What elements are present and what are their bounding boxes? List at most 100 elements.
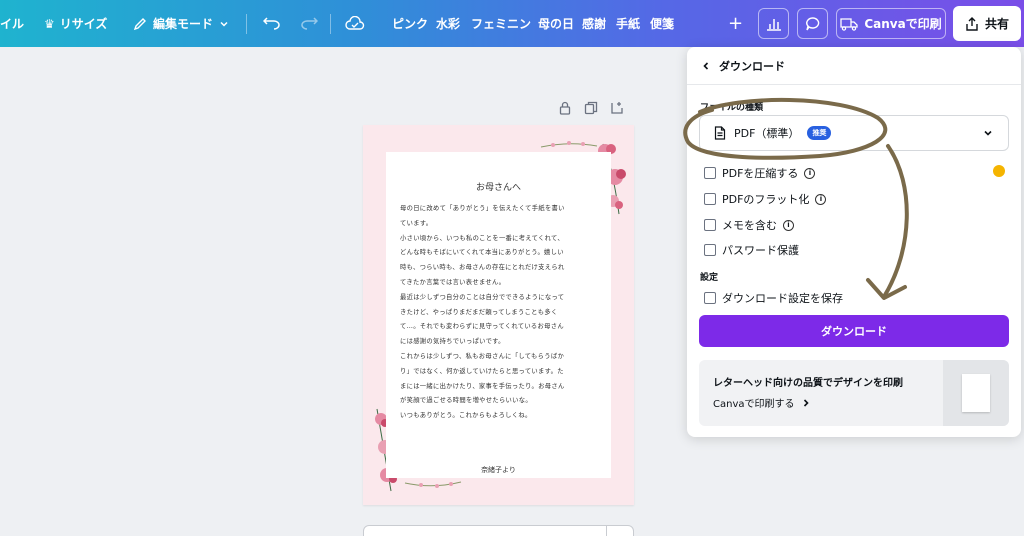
share-button[interactable]: 共有 — [953, 6, 1021, 41]
premium-crown-icon — [993, 165, 1005, 177]
keyword-tag[interactable]: 感謝 — [582, 0, 606, 47]
keyword-tag[interactable]: 母の日 — [538, 0, 574, 47]
lock-icon[interactable] — [558, 101, 572, 115]
letter-line: 母の日に改めて「ありがとう」を伝えたくて手紙を書い — [400, 205, 565, 212]
save-settings-checkbox[interactable] — [704, 292, 716, 304]
speech-bubble-icon — [805, 16, 819, 30]
document-icon — [714, 126, 726, 140]
include-notes-option[interactable]: メモを含む i — [704, 217, 794, 233]
letter-line: これからは少しずつ、私もお母さんに「してもらうばか — [400, 352, 565, 360]
print-promo-card[interactable]: レターヘッド向けの品質でデザインを印刷 Canvaで印刷する — [699, 360, 1009, 426]
add-button[interactable]: + — [728, 0, 743, 47]
print-with-canva-link[interactable]: Canvaで印刷する — [713, 395, 811, 410]
save-status-button[interactable] — [345, 0, 365, 47]
add-page-icon[interactable] — [610, 101, 624, 115]
edit-mode-button[interactable]: 編集モード — [133, 0, 229, 47]
panel-title: ダウンロード — [719, 59, 785, 73]
letter-body: 母の日に改めて「ありがとう」を伝えたくて手紙を書い ています。 小さい頃から、い… — [400, 202, 601, 424]
chevron-left-icon[interactable] — [701, 61, 711, 71]
crown-icon: ♛ — [44, 16, 55, 31]
print-label: Canvaで印刷 — [864, 17, 942, 31]
share-upload-icon — [966, 16, 978, 31]
letter-line: 最近は少しずつ自分のことは自分でできるようになって — [400, 293, 565, 301]
redo-button[interactable] — [300, 0, 318, 47]
recommended-badge: 推奨 — [807, 126, 832, 140]
option-label: PDFを圧縮する — [722, 167, 799, 180]
file-type-value: PDF（標準） — [734, 127, 800, 140]
letter-signature: 奈緒子より — [481, 466, 516, 474]
letterhead-preview — [962, 374, 990, 412]
chevron-down-icon — [984, 130, 992, 136]
bar-chart-icon — [766, 18, 781, 31]
option-label: PDFのフラット化 — [722, 193, 810, 206]
compress-pdf-option[interactable]: PDFを圧縮する i — [704, 165, 816, 181]
letter-line: 小さい頃から、いつも私のことを一番に考えてくれて、 — [400, 234, 564, 242]
file-type-label: ファイルの種類 — [700, 103, 764, 113]
compress-pdf-checkbox[interactable] — [704, 167, 716, 179]
insights-button[interactable] — [758, 8, 789, 39]
info-icon[interactable]: i — [783, 219, 794, 231]
flatten-pdf-checkbox[interactable] — [704, 193, 716, 205]
letter-line: きたけど、やっぱりまだまだ頼ってしまうことも多く — [400, 308, 558, 316]
share-label: 共有 — [984, 17, 1009, 31]
top-toolbar: イル ♛ リサイズ 編集モード ピンク 水彩 フェミニン 母の日 感謝 手紙 便… — [0, 0, 1024, 47]
flatten-pdf-option[interactable]: PDFのフラット化 i — [704, 191, 827, 207]
file-menu[interactable]: イル — [0, 0, 24, 47]
file-type-select[interactable]: PDF（標準） 推奨 — [699, 115, 1009, 151]
download-panel: ダウンロード ファイルの種類 PDF（標準） 推奨 PDFを圧縮する i PDF… — [687, 47, 1021, 437]
keyword-tag[interactable]: 水彩 — [436, 0, 460, 47]
letter-line: て…。それでも変わらずに見守ってくれているお母さん — [400, 323, 564, 331]
notes-bar[interactable] — [363, 525, 634, 536]
letter-paper[interactable]: お母さんへ 母の日に改めて「ありがとう」を伝えたくて手紙を書い ています。 小さ… — [386, 152, 611, 478]
letter-line: ています。 — [400, 219, 433, 227]
duplicate-page-icon[interactable] — [584, 101, 598, 115]
design-page[interactable]: お母さんへ 母の日に改めて「ありがとう」を伝えたくて手紙を書い ています。 小さ… — [363, 125, 634, 505]
info-icon[interactable]: i — [815, 193, 827, 205]
promo-link-label: Canvaで印刷する — [713, 399, 795, 410]
promo-title: レターヘッド向けの品質でデザインを印刷 — [713, 378, 903, 389]
letterhead-thumbnail — [943, 360, 1009, 426]
keyword-tag[interactable]: 便箋 — [650, 0, 674, 47]
toolbar-divider — [330, 14, 331, 34]
redo-icon — [301, 16, 318, 30]
resize-button[interactable]: ♛ リサイズ — [44, 0, 107, 47]
keyword-tag[interactable]: 手紙 — [616, 0, 640, 47]
edit-mode-label: 編集モード — [153, 17, 214, 31]
flower-decoration — [540, 141, 598, 148]
page-tools — [558, 101, 624, 115]
keyword-tag[interactable]: フェミニン — [471, 0, 531, 47]
letter-line: まには一緒に出かけたり、家事を手伝ったり。お母さん — [400, 382, 565, 390]
flower-decoration — [404, 481, 462, 488]
option-label: ダウンロード設定を保存 — [722, 292, 843, 305]
letter-line: どんな時もそばにいてくれて本当にありがとう。嬉しい — [400, 249, 564, 257]
toolbar-divider — [246, 14, 247, 34]
info-icon[interactable]: i — [804, 167, 816, 179]
settings-label: 設定 — [700, 273, 719, 283]
letter-line: り」ではなく、何か返していけたらと思っています。た — [400, 367, 564, 375]
keyword-tag[interactable]: ピンク — [392, 0, 428, 47]
resize-label: リサイズ — [59, 17, 108, 31]
undo-button[interactable] — [263, 0, 281, 47]
option-label: パスワード保護 — [722, 244, 799, 257]
chevron-down-icon — [220, 21, 228, 27]
letter-line: には感謝の気持ちでいっぱいです。 — [400, 338, 505, 346]
letter-line: いつもありがとう。これからもよろしくね。 — [400, 412, 532, 420]
letter-line: 時も、つらい時も、お母さんの存在にとれだけ支えられ — [400, 264, 565, 272]
letter-line: てきたか言葉では言い表せません。 — [400, 278, 506, 286]
letter-line: が笑顔で過ごせる時間を増やせたらいいな。 — [400, 397, 532, 405]
cloud-check-icon — [345, 15, 365, 30]
letter-title: お母さんへ — [475, 183, 521, 193]
download-button[interactable]: ダウンロード — [699, 315, 1009, 347]
comment-button[interactable] — [797, 8, 828, 39]
truck-icon — [840, 17, 858, 31]
include-notes-checkbox[interactable] — [704, 219, 716, 231]
password-protect-checkbox[interactable] — [704, 244, 716, 256]
print-with-canva-button[interactable]: Canvaで印刷 — [836, 8, 946, 39]
panel-header[interactable]: ダウンロード — [687, 47, 1021, 85]
password-protect-option[interactable]: パスワード保護 — [704, 242, 799, 258]
chevron-right-icon — [803, 398, 809, 407]
save-settings-option[interactable]: ダウンロード設定を保存 — [704, 290, 843, 306]
option-label: メモを含む — [722, 219, 777, 232]
undo-icon — [263, 16, 280, 30]
pencil-icon — [133, 17, 146, 30]
